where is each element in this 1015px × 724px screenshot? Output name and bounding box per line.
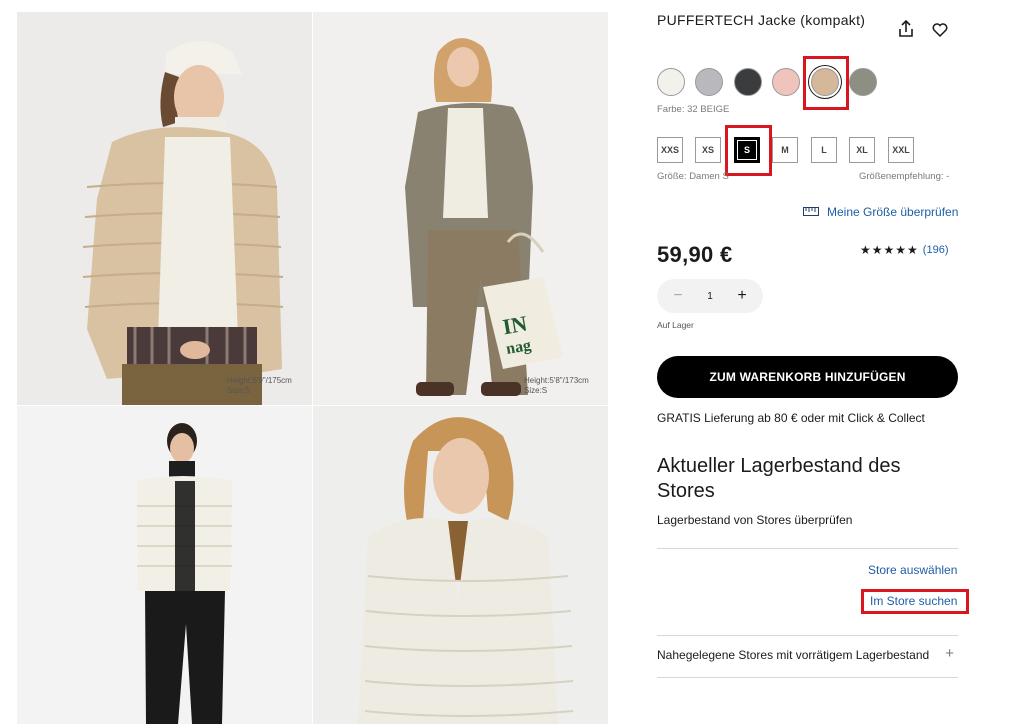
color-swatch-olive[interactable] <box>849 68 877 96</box>
increase-quantity-button[interactable]: + <box>735 287 749 305</box>
caption-size: Size:S <box>227 386 251 395</box>
product-title: PUFFERTECH Jacke (kompakt) <box>657 12 866 28</box>
search-in-store-link[interactable]: Im Store suchen <box>870 594 957 608</box>
caption-height: Height:5'9"/175cm <box>227 376 292 385</box>
quantity-stepper: − 1 + <box>657 279 763 313</box>
nearby-stores-accordion[interactable]: Nahegelegene Stores mit vorrätigem Lager… <box>657 645 958 662</box>
rating-stars-icon: ★★★★★ <box>860 243 919 257</box>
ruler-icon <box>803 205 819 219</box>
size-option-xs[interactable]: XS <box>695 137 721 163</box>
product-photo-3[interactable] <box>17 406 312 724</box>
model-size-caption: Height:5'9"/175cm Size:S <box>227 376 292 396</box>
size-option-xxs[interactable]: XXS <box>657 137 683 163</box>
size-label: Größe: Damen S <box>657 171 729 182</box>
size-option-l[interactable]: L <box>811 137 837 163</box>
product-price: 59,90 € <box>657 242 733 267</box>
model-beige-jacket-illustration <box>17 12 312 405</box>
nearby-stores-label: Nahegelegene Stores mit vorrätigem Lager… <box>657 648 930 662</box>
size-recommendation: Größenempfehlung: - <box>859 171 950 182</box>
select-store-link[interactable]: Store auswählen <box>868 563 957 577</box>
stock-status: Auf Lager <box>657 320 694 330</box>
product-gallery: Height:5'9"/175cm Size:S IN nag Height:5… <box>17 12 608 724</box>
model-cream-jacket-illustration <box>313 406 608 724</box>
product-rating[interactable]: ★★★★★ (196) <box>860 243 948 257</box>
quantity-value[interactable]: 1 <box>707 291 713 302</box>
color-label: Farbe: 32 BEIGE <box>657 104 730 115</box>
size-option-xl[interactable]: XL <box>849 137 875 163</box>
store-stock-subheading: Lagerbestand von Stores überprüfen <box>657 513 853 527</box>
color-swatch-white[interactable] <box>657 68 685 96</box>
model-size-caption: Height:5'8"/173cm Size:S <box>524 376 589 396</box>
check-my-size-link[interactable]: Meine Größe überprüfen <box>803 205 958 219</box>
color-swatch-pink[interactable] <box>772 68 800 96</box>
size-option-xxl[interactable]: XXL <box>888 137 914 163</box>
size-option-s[interactable]: S <box>734 137 760 163</box>
store-stock-heading: Aktueller Lagerbestand des Stores <box>657 455 901 502</box>
divider <box>657 548 958 549</box>
caption-height: Height:5'8"/173cm <box>524 376 589 385</box>
size-option-m[interactable]: M <box>772 137 798 163</box>
model-white-jacket-illustration <box>17 406 312 724</box>
divider <box>657 635 958 636</box>
check-my-size-label: Meine Größe überprüfen <box>827 205 959 219</box>
rating-count[interactable]: (196) <box>923 244 949 256</box>
color-swatch-dark-gray[interactable] <box>734 68 762 96</box>
color-swatch-beige[interactable] <box>811 68 839 96</box>
bag-logo: IN <box>501 311 530 340</box>
color-swatch-gray[interactable] <box>695 68 723 96</box>
divider <box>657 677 958 678</box>
share-icon[interactable] <box>896 19 916 39</box>
caption-size: Size:S <box>524 386 548 395</box>
decrease-quantity-button[interactable]: − <box>671 287 685 305</box>
product-photo-4[interactable] <box>313 406 608 724</box>
model-olive-jacket-illustration: IN nag <box>313 12 608 405</box>
product-photo-2[interactable]: IN nag Height:5'8"/173cm Size:S <box>313 12 608 405</box>
product-photo-1[interactable]: Height:5'9"/175cm Size:S <box>17 12 312 405</box>
heart-icon[interactable] <box>930 19 950 39</box>
plus-icon: + <box>945 645 954 662</box>
delivery-note: GRATIS Lieferung ab 80 € oder mit Click … <box>657 411 925 425</box>
add-to-cart-button[interactable]: ZUM WARENKORB HINZUFÜGEN <box>657 356 958 398</box>
